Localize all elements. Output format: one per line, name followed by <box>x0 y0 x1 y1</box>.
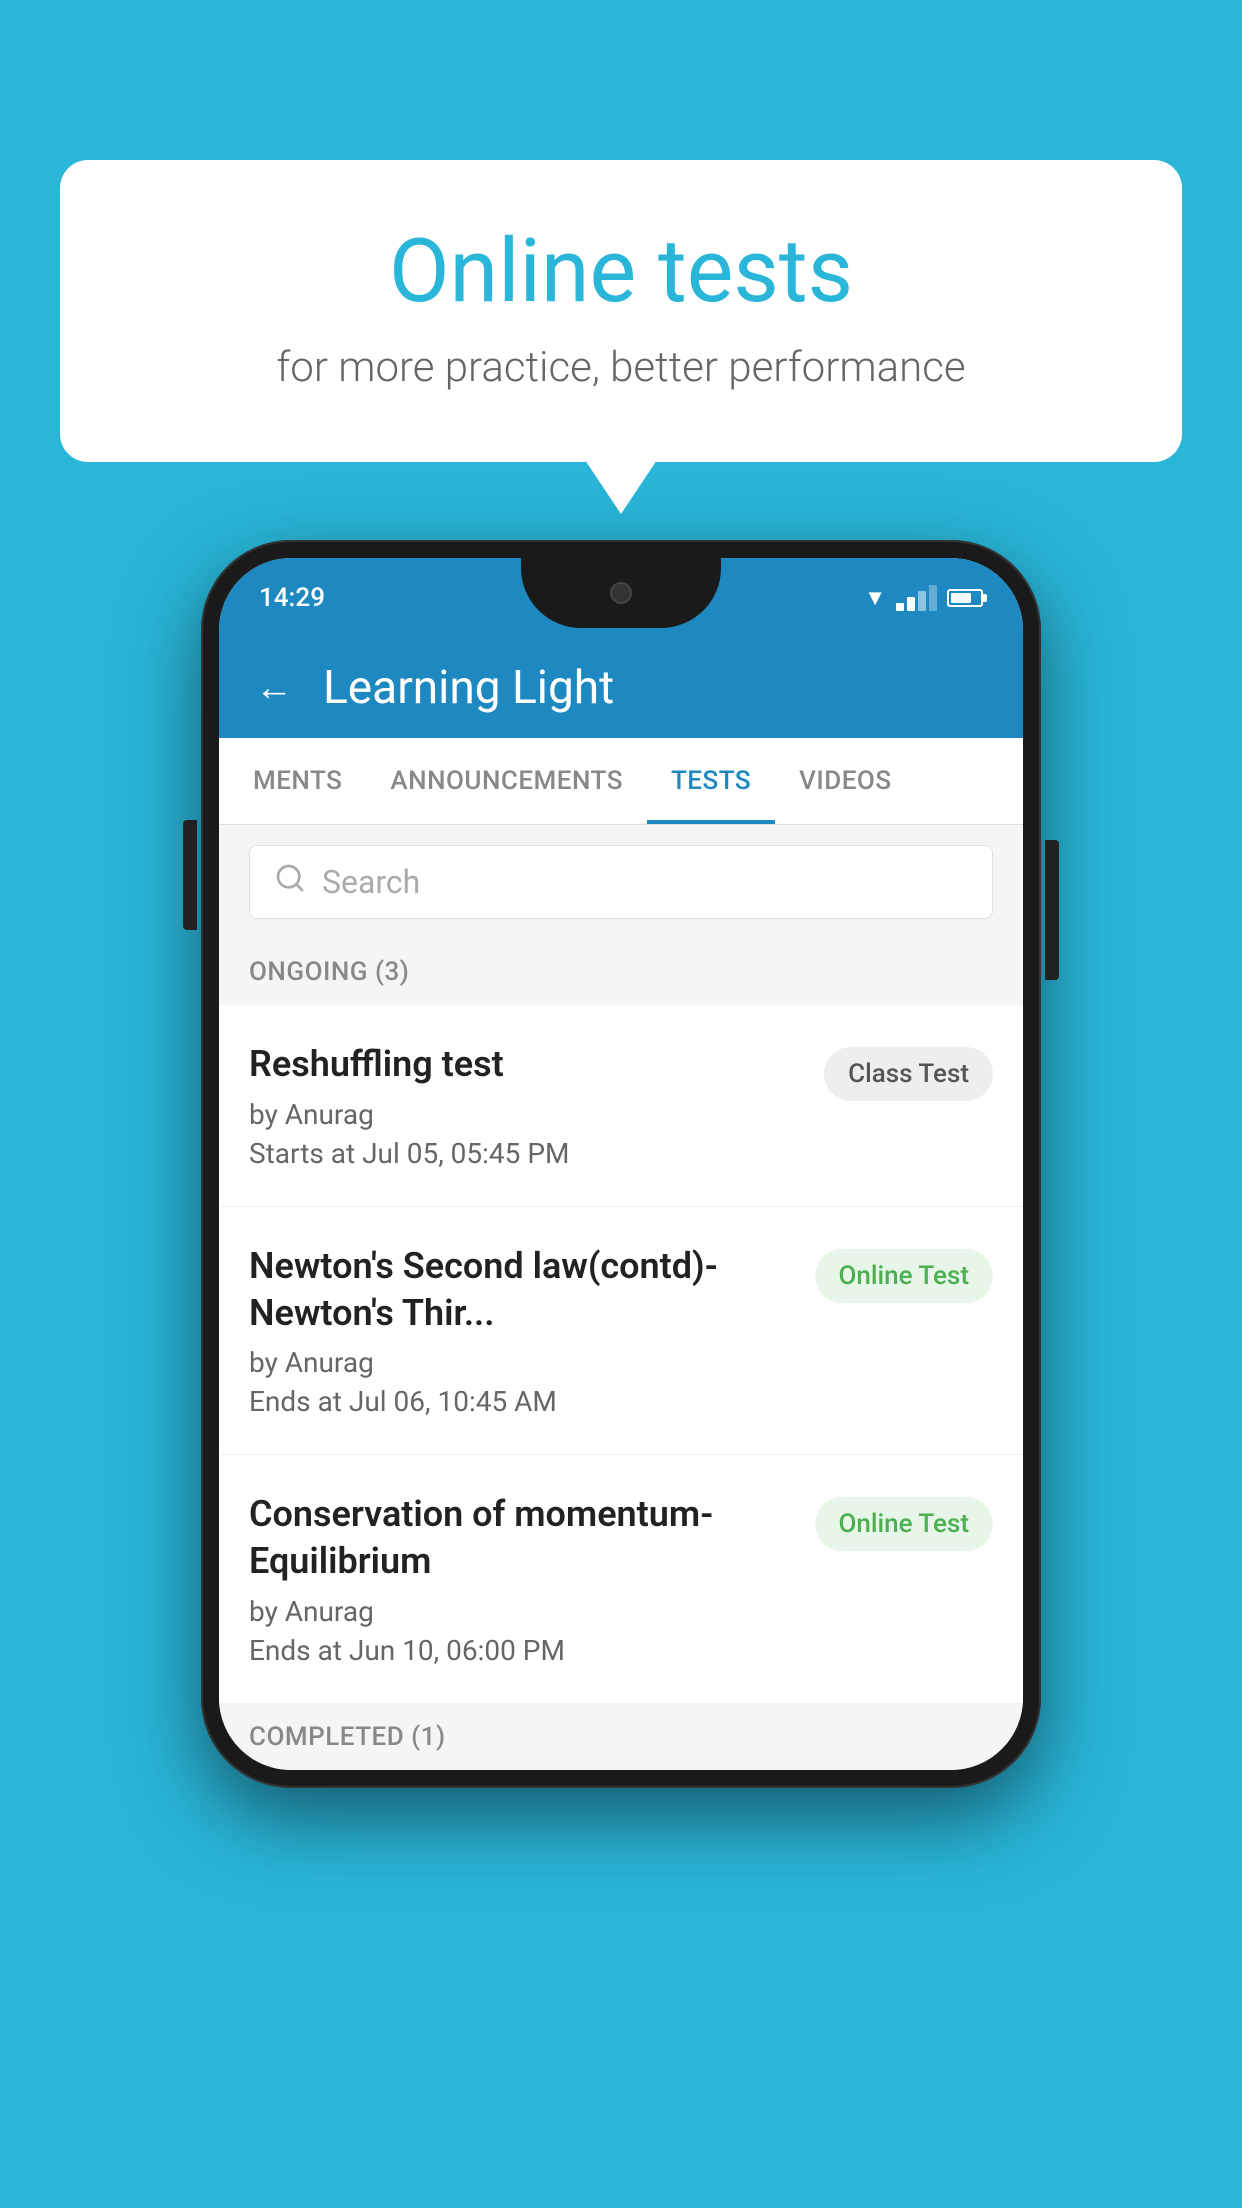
test-time: Ends at Jun 10, 06:00 PM <box>249 1634 795 1667</box>
test-badge: Class Test <box>824 1047 993 1101</box>
tabs-container: MENTS ANNOUNCEMENTS TESTS VIDEOS <box>219 738 1023 825</box>
speech-bubble-subtitle: for more practice, better performance <box>140 343 1102 392</box>
test-info: Reshuffling test by Anurag Starts at Jul… <box>249 1041 804 1170</box>
camera <box>610 582 632 604</box>
test-author: by Anurag <box>249 1098 804 1131</box>
wifi-icon: ▼ <box>864 585 886 611</box>
app-header: ← Learning Light <box>219 638 1023 738</box>
ongoing-section-header: ONGOING (3) <box>219 939 1023 1005</box>
search-placeholder: Search <box>322 863 420 901</box>
status-bar: 14:29 ▼ <box>219 558 1023 638</box>
completed-section-header: COMPLETED (1) <box>219 1704 1023 1770</box>
test-time: Starts at Jul 05, 05:45 PM <box>249 1137 804 1170</box>
test-name: Conservation of momentum-Equilibrium <box>249 1491 795 1585</box>
test-list: Reshuffling test by Anurag Starts at Jul… <box>219 1005 1023 1704</box>
battery-icon <box>947 589 983 607</box>
speech-bubble-title: Online tests <box>140 220 1102 323</box>
phone-screen: 14:29 ▼ <box>219 558 1023 1770</box>
app-title: Learning Light <box>323 661 614 715</box>
test-name: Reshuffling test <box>249 1041 804 1088</box>
test-item[interactable]: Newton's Second law(contd)-Newton's Thir… <box>219 1207 1023 1456</box>
phone-outer: 14:29 ▼ <box>201 540 1041 1788</box>
speech-bubble-container: Online tests for more practice, better p… <box>60 160 1182 462</box>
notch <box>521 558 721 628</box>
test-badge: Online Test <box>815 1497 994 1551</box>
tab-videos[interactable]: VIDEOS <box>775 738 915 824</box>
test-author: by Anurag <box>249 1595 795 1628</box>
tab-ments[interactable]: MENTS <box>229 738 366 824</box>
speech-bubble: Online tests for more practice, better p… <box>60 160 1182 462</box>
completed-section-title: COMPLETED (1) <box>249 1722 446 1752</box>
back-button[interactable]: ← <box>255 666 293 710</box>
tab-tests[interactable]: TESTS <box>647 738 775 824</box>
test-info: Newton's Second law(contd)-Newton's Thir… <box>249 1243 795 1419</box>
phone-mockup: 14:29 ▼ <box>201 540 1041 1788</box>
signal-icon <box>896 585 937 611</box>
test-author: by Anurag <box>249 1346 795 1379</box>
ongoing-section-title: ONGOING (3) <box>249 957 409 987</box>
test-item[interactable]: Reshuffling test by Anurag Starts at Jul… <box>219 1005 1023 1207</box>
test-name: Newton's Second law(contd)-Newton's Thir… <box>249 1243 795 1337</box>
search-icon <box>274 862 306 902</box>
test-time: Ends at Jul 06, 10:45 AM <box>249 1385 795 1418</box>
search-container: Search <box>219 825 1023 939</box>
status-time: 14:29 <box>259 583 325 613</box>
test-item[interactable]: Conservation of momentum-Equilibrium by … <box>219 1455 1023 1704</box>
status-icons: ▼ <box>864 585 983 611</box>
test-badge: Online Test <box>815 1249 994 1303</box>
tab-announcements[interactable]: ANNOUNCEMENTS <box>366 738 647 824</box>
test-info: Conservation of momentum-Equilibrium by … <box>249 1491 795 1667</box>
search-bar[interactable]: Search <box>249 845 993 919</box>
